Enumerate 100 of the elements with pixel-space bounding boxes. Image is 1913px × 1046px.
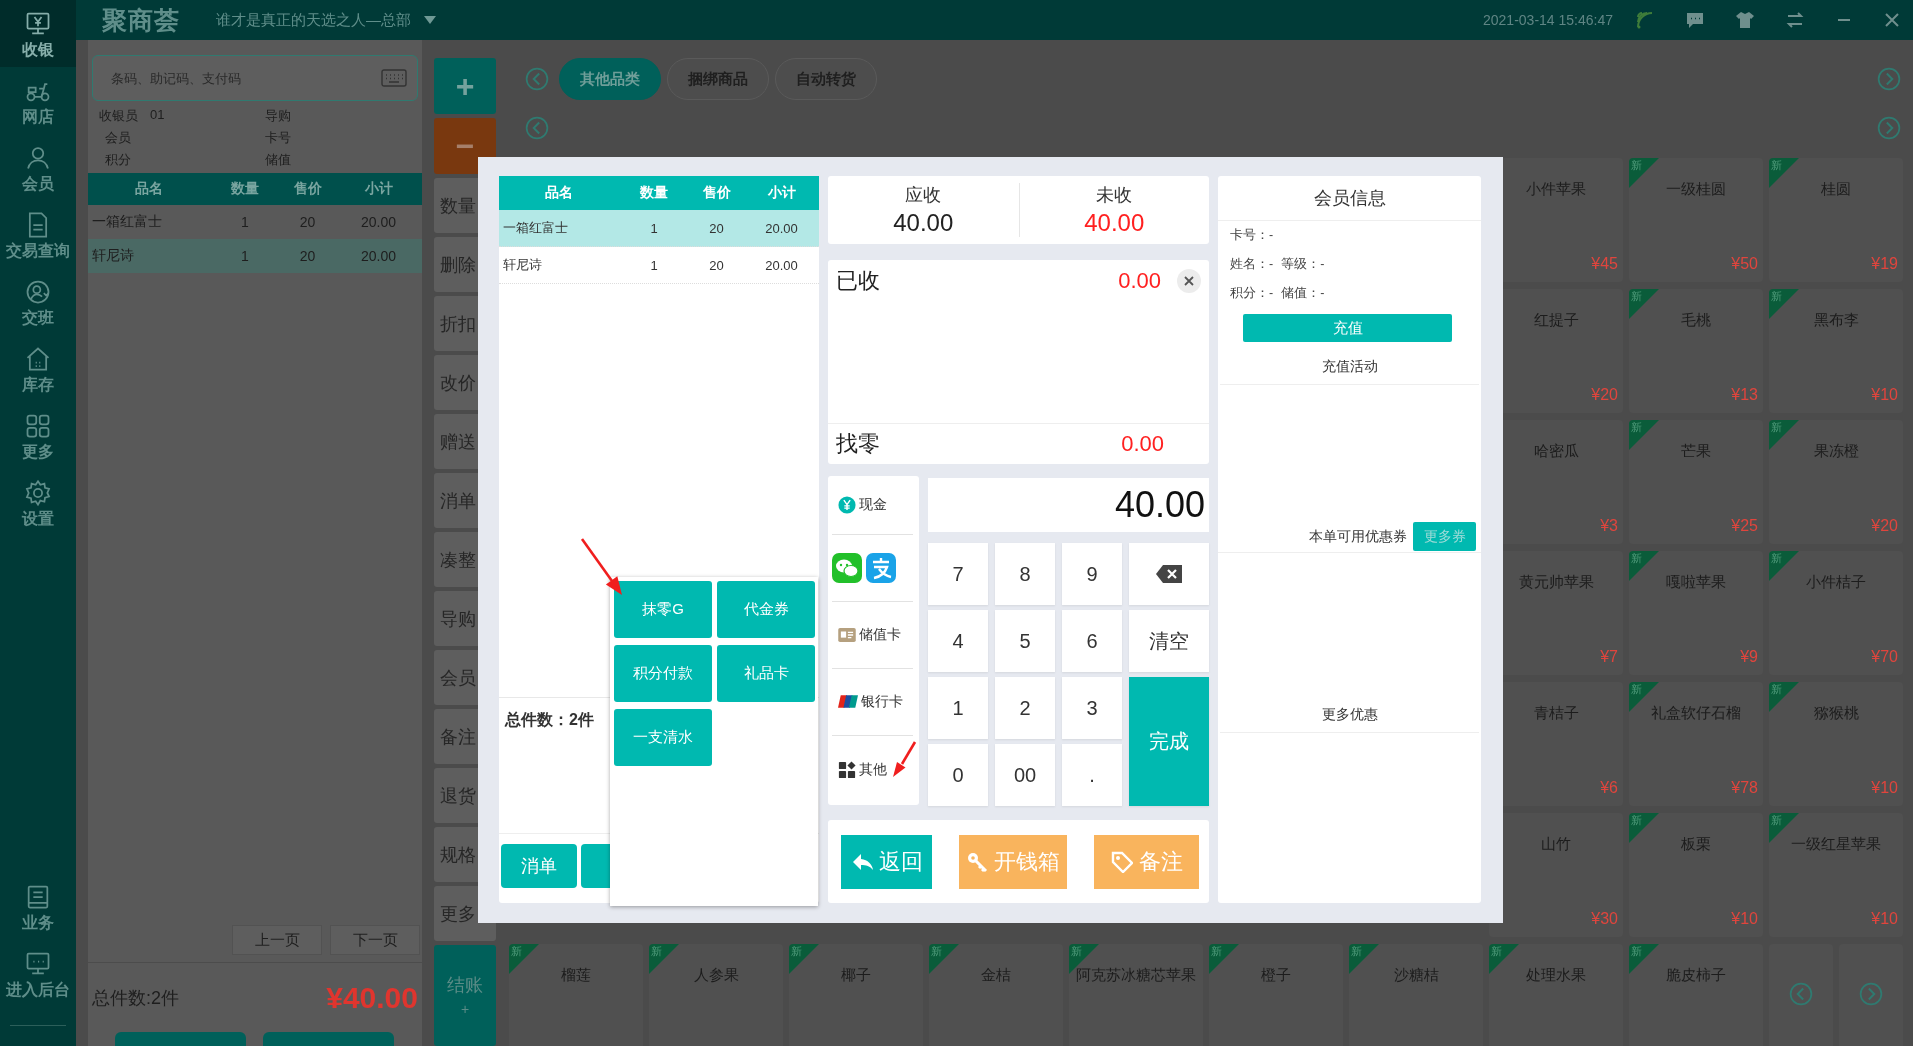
chevron-right-icon[interactable] (1877, 116, 1901, 140)
keypad-key[interactable]: 3 (1062, 677, 1122, 739)
wifi-icon (1635, 10, 1655, 30)
table-row[interactable]: 轩尼诗 1 20 20.00 (88, 239, 422, 273)
field-label: 储值 (264, 151, 292, 169)
more-coupons-button[interactable]: 更多券 (1413, 522, 1476, 551)
product-price: ¥10 (1871, 910, 1898, 928)
action-button[interactable]: 备注 (1094, 834, 1199, 889)
message-icon[interactable] (1685, 11, 1705, 29)
payment-option-button[interactable]: 代金券 (717, 581, 815, 638)
clear-button[interactable]: 清空 (1129, 610, 1209, 672)
chevron-left-icon[interactable] (1789, 982, 1813, 1006)
keypad-key[interactable]: 5 (995, 610, 1055, 672)
add-button[interactable]: + (434, 58, 496, 114)
keypad-key[interactable]: 1 (928, 677, 988, 739)
table-cell-text: 20.00 (764, 220, 799, 236)
nav-item[interactable]: 进入后台 (0, 940, 76, 1007)
confirm-button[interactable]: 完成 (1129, 677, 1209, 806)
keypad-key[interactable]: . (1062, 744, 1122, 806)
nav-item[interactable]: 网店 (0, 67, 76, 134)
payment-method[interactable]: 银行卡 (832, 668, 913, 736)
table-cell-text: 20 (708, 257, 725, 273)
product-price: ¥13 (1731, 386, 1758, 404)
payment-method[interactable]: 其他 (832, 735, 913, 805)
store-selector[interactable]: 谁才是真正的天选之人—总部 (216, 10, 437, 30)
nav-item[interactable]: 会员 (0, 134, 76, 201)
product-price: ¥50 (1731, 255, 1758, 273)
column-header: 小计 (766, 184, 797, 202)
keypad-key[interactable]: 0 (928, 744, 988, 806)
new-badge: 新 (1769, 289, 1799, 319)
swap-icon[interactable] (1785, 11, 1805, 29)
new-badge: 新 (1629, 551, 1659, 581)
new-badge: 新 (1629, 420, 1659, 450)
chevron-right-icon[interactable] (1877, 67, 1901, 91)
summary-value: 40.00 (893, 209, 954, 237)
table-cell-text: 轩尼诗 (91, 247, 135, 265)
nav-item[interactable]: 交班 (0, 268, 76, 335)
apps-icon (838, 761, 856, 780)
chat-bubbles-icon[interactable] (832, 553, 862, 584)
received-label: 已收 (836, 267, 880, 295)
product-price: ¥25 (1731, 517, 1758, 535)
nav-item[interactable]: 收银 (0, 0, 76, 67)
new-badge: 新 (1769, 551, 1799, 581)
column-header: 品名 (134, 180, 164, 198)
table-row[interactable]: 轩尼诗 1 20 20.00 (499, 247, 819, 284)
product-price: ¥10 (1871, 779, 1898, 797)
keypad-key[interactable]: 6 (1062, 610, 1122, 672)
product-price: ¥9 (1740, 648, 1758, 666)
chevron-left-icon[interactable] (525, 116, 549, 140)
keypad-key[interactable]: 4 (928, 610, 988, 672)
new-badge: 新 (1629, 289, 1659, 319)
chevron-left-icon[interactable] (525, 67, 549, 91)
close-icon[interactable] (1883, 11, 1901, 29)
product-price: ¥70 (1871, 648, 1898, 666)
product-price: ¥45 (1591, 255, 1618, 273)
table-cell-text: 20 (298, 214, 317, 230)
close-icon[interactable] (1177, 269, 1201, 293)
order-button[interactable]: 消单 (501, 844, 577, 888)
nav-item[interactable]: 交易查询 (0, 201, 76, 268)
received-amount: 0.00 (1118, 268, 1161, 294)
shirt-icon[interactable] (1735, 11, 1755, 29)
table-row[interactable]: 一箱红富士 1 20 20.00 (499, 210, 819, 247)
recharge-button[interactable]: 充值 (1243, 314, 1452, 342)
keypad-key[interactable]: 9 (1062, 543, 1122, 605)
chevron-right-icon[interactable] (1859, 982, 1883, 1006)
category-tab[interactable]: 其他品类 (559, 58, 661, 100)
member-field: 卡号：- (1230, 221, 1274, 250)
nav-item[interactable]: 更多 (0, 402, 76, 469)
action-button[interactable]: 返回 (841, 834, 932, 889)
new-badge: 新 (1769, 158, 1799, 188)
payment-option-button[interactable]: 一支清水 (614, 709, 712, 766)
payment-option-button[interactable]: 积分付款 (614, 645, 712, 702)
keyboard-icon[interactable] (381, 69, 407, 87)
keypad-key[interactable]: 2 (995, 677, 1055, 739)
subtract-button[interactable]: − (434, 118, 496, 174)
nav-item[interactable]: 库存 (0, 335, 76, 402)
payment-option-button[interactable]: 礼品卡 (717, 645, 815, 702)
summary-value: 40.00 (1084, 209, 1145, 237)
column-header: 小计 (363, 180, 394, 198)
nav-item[interactable]: 业务 (0, 873, 76, 940)
payment-option-button[interactable]: 抹零G (614, 581, 712, 638)
action-button[interactable]: 开钱箱 (959, 834, 1067, 889)
nav-item[interactable]: 设置 (0, 469, 76, 536)
field-label: 积分 (104, 151, 132, 169)
bank-card-icon (838, 695, 858, 709)
member-field: 姓名：- (1230, 250, 1274, 279)
checkout-button[interactable]: 结账 + (434, 945, 496, 1046)
new-badge: 新 (1489, 944, 1519, 974)
cash-icon (838, 496, 856, 515)
keypad-key[interactable]: 00 (995, 744, 1055, 806)
payment-method[interactable]: 现金 (832, 476, 913, 536)
keypad-key[interactable]: 7 (928, 543, 988, 605)
summary-label: 未收 (1096, 184, 1133, 207)
backspace-key[interactable] (1129, 543, 1209, 605)
payment-method[interactable]: 储值卡 (832, 602, 913, 669)
person-circle-icon (24, 278, 52, 306)
new-badge: 新 (1209, 944, 1239, 974)
payment-app-icon[interactable] (866, 553, 896, 584)
keypad-key[interactable]: 8 (995, 543, 1055, 605)
total-count: 总件数：2件 (505, 711, 594, 728)
